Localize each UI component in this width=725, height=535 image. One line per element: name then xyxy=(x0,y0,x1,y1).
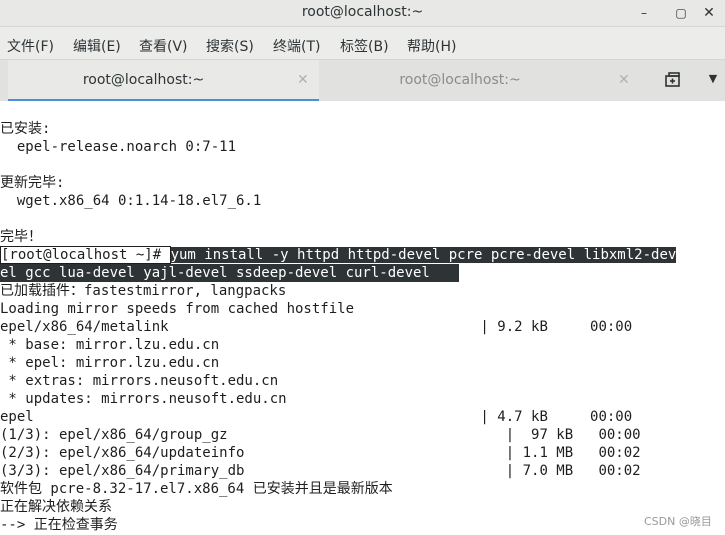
new-tab-icon[interactable] xyxy=(663,71,683,89)
menu-edit[interactable]: 编辑(E) xyxy=(73,36,121,56)
tab-close-icon[interactable]: ✕ xyxy=(618,72,630,88)
terminal-line: Loading mirror speeds from cached hostfi… xyxy=(0,301,355,317)
menu-view[interactable]: 查看(V) xyxy=(139,36,188,56)
terminal-line: 已安装: xyxy=(0,121,51,137)
terminal-line: 更新完毕: xyxy=(0,175,65,191)
terminal-line: (3/3): epel/x86_64/primary_db | 7.0 MB 0… xyxy=(0,463,641,479)
terminal-line: --> 正在检查事务 xyxy=(0,517,118,533)
menu-tabs[interactable]: 标签(B) xyxy=(340,36,389,56)
terminal-line: epel/x86_64/metalink | 9.2 kB 00:00 xyxy=(0,319,633,335)
tab-terminal-1[interactable]: root@localhost:~ ✕ xyxy=(8,60,319,102)
terminal-prompt-line: [root@localhost ~]# yum install -y httpd… xyxy=(0,246,677,264)
menu-bar: 文件(F) 编辑(E) 查看(V) 搜索(S) 终端(T) 标签(B) 帮助(H… xyxy=(0,27,725,59)
terminal-line: 已加载插件：fastestmirror, langpacks xyxy=(0,283,287,299)
chevron-down-icon[interactable]: ▼ xyxy=(705,72,721,86)
menu-file[interactable]: 文件(F) xyxy=(7,36,54,56)
terminal-line: epel | 4.7 kB 00:00 xyxy=(0,409,633,425)
minimize-icon[interactable]: – xyxy=(634,3,654,23)
terminal-line: 正在解决依赖关系 xyxy=(0,499,112,515)
terminal-line: wget.x86_64 0:1.14-18.el7_6.1 xyxy=(0,193,262,209)
terminal-line: * extras: mirrors.neusoft.edu.cn xyxy=(0,373,279,389)
prompt-text: [root@localhost ~]# xyxy=(0,246,171,264)
maximize-icon[interactable]: ▢ xyxy=(671,3,691,23)
terminal-line: epel-release.noarch 0:7-11 xyxy=(0,139,237,155)
close-icon[interactable]: ✕ xyxy=(699,3,719,23)
terminal-line: * epel: mirror.lzu.edu.cn xyxy=(0,355,220,371)
menu-terminal[interactable]: 终端(T) xyxy=(273,36,320,56)
terminal-line: (1/3): epel/x86_64/group_gz | 97 kB 00:0… xyxy=(0,427,641,443)
tab-bar: root@localhost:~ ✕ root@localhost:~ ✕ xyxy=(0,59,725,103)
tab-close-icon[interactable]: ✕ xyxy=(297,72,309,88)
tab-label: root@localhost:~ xyxy=(82,72,205,88)
terminal-output[interactable]: 已安装: epel-release.noarch 0:7-11 更新完毕: wg… xyxy=(0,101,725,535)
tab-label: root@localhost:~ xyxy=(399,72,521,88)
window-title: root@localhost:~ xyxy=(301,4,424,20)
menu-search[interactable]: 搜索(S) xyxy=(206,36,254,56)
terminal-line: 软件包 pcre-8.32-17.el7.x86_64 已安装并且是最新版本 xyxy=(0,481,393,497)
menu-help[interactable]: 帮助(H) xyxy=(407,36,456,56)
terminal-line: 完毕！ xyxy=(0,229,42,245)
selected-command-continued: el gcc lua-devel yajl-devel ssdeep-devel… xyxy=(0,264,459,282)
selected-command: yum install -y httpd httpd-devel pcre pc… xyxy=(170,247,677,263)
window-titlebar: root@localhost:~ – ▢ ✕ xyxy=(0,0,725,27)
terminal-line: * updates: mirrors.neusoft.edu.cn xyxy=(0,391,287,407)
tab-terminal-2[interactable]: root@localhost:~ ✕ xyxy=(320,60,640,102)
watermark: CSDN @晓目 xyxy=(644,515,712,528)
terminal-line: * base: mirror.lzu.edu.cn xyxy=(0,337,220,353)
terminal-line: (2/3): epel/x86_64/updateinfo | 1.1 MB 0… xyxy=(0,445,641,461)
